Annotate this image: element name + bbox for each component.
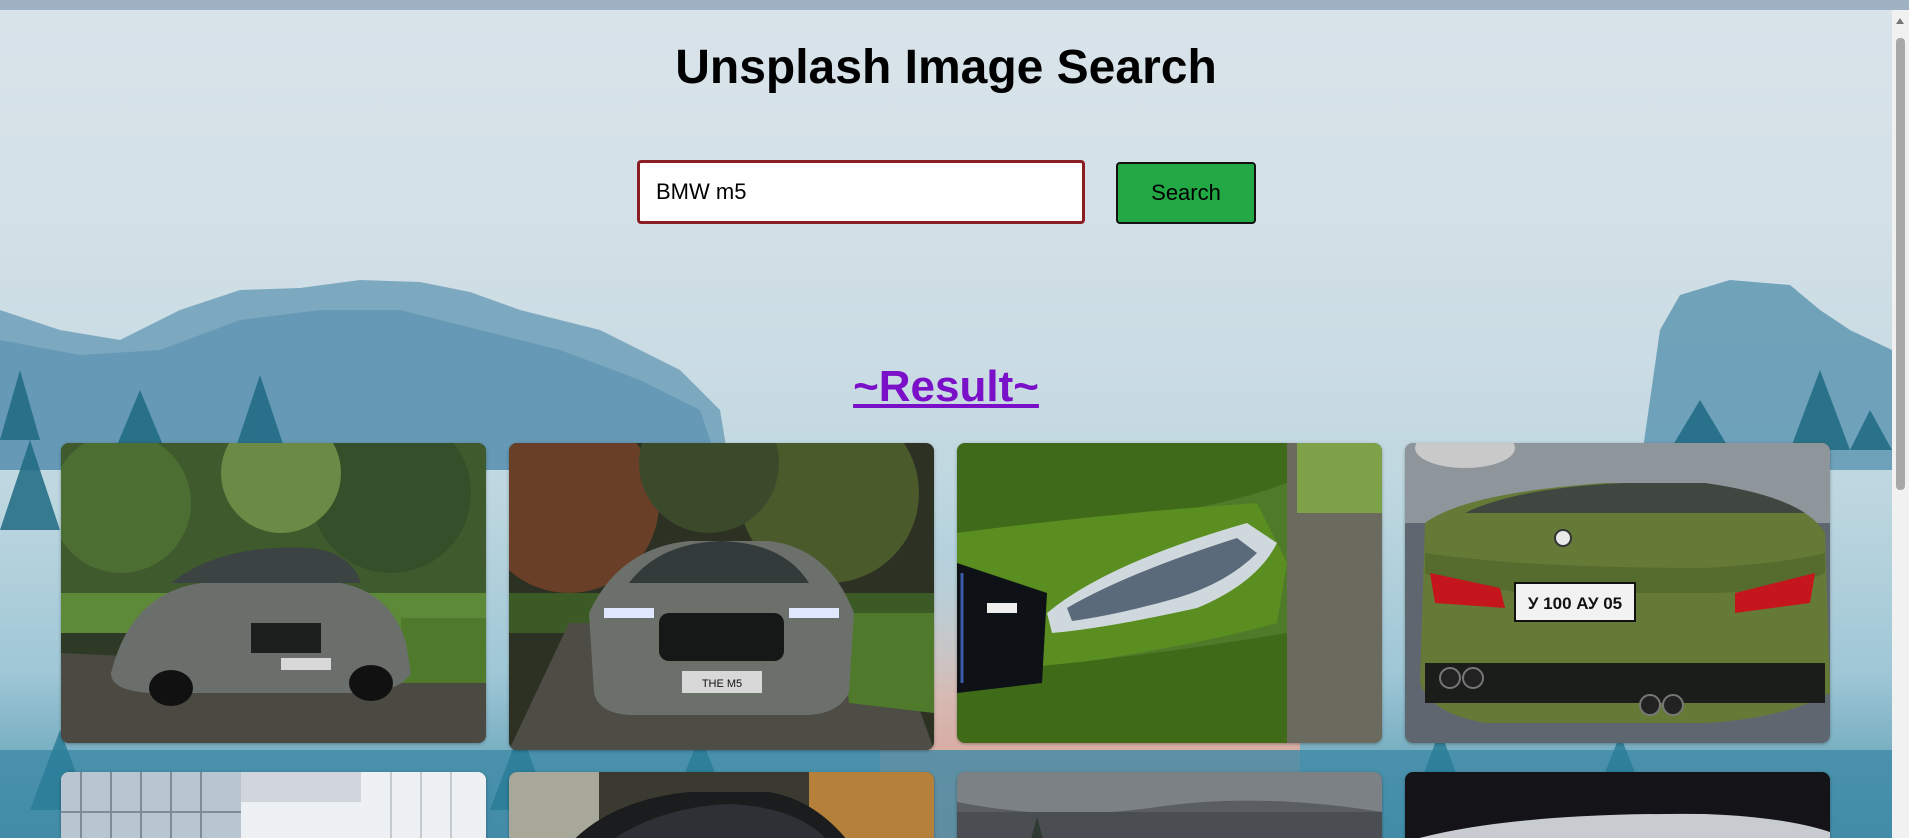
car-photo (61, 443, 486, 743)
browser-top-bar (0, 0, 1909, 10)
search-input[interactable] (637, 160, 1085, 224)
result-image-3[interactable] (957, 443, 1382, 743)
result-image-5[interactable] (61, 772, 486, 838)
building-photo (61, 772, 486, 838)
car-photo: THE M5 (509, 443, 934, 750)
result-image-1[interactable] (61, 443, 486, 743)
result-image-7[interactable] (957, 772, 1382, 838)
car-photo (509, 772, 934, 838)
page-background: Unsplash Image Search Search ~Result~ (0, 10, 1892, 838)
plate-text: THE M5 (702, 678, 742, 690)
result-image-8[interactable] (1405, 772, 1830, 838)
scroll-up-arrow-icon[interactable] (1896, 18, 1904, 24)
car-photo (957, 772, 1382, 838)
car-photo (1405, 772, 1830, 838)
car-photo (957, 443, 1382, 743)
result-image-6[interactable] (509, 772, 934, 838)
plate-text: У 100 АУ 05 (1528, 594, 1622, 613)
search-button[interactable]: Search (1116, 162, 1256, 224)
page-title: Unsplash Image Search (675, 41, 1217, 94)
result-image-4[interactable]: У 100 АУ 05 (1405, 443, 1830, 743)
car-photo: У 100 АУ 05 (1405, 443, 1830, 743)
vertical-scrollbar[interactable] (1892, 10, 1909, 838)
result-image-2[interactable]: THE M5 (509, 443, 934, 750)
result-heading: ~Result~ (853, 362, 1039, 411)
scrollbar-thumb[interactable] (1896, 38, 1905, 490)
